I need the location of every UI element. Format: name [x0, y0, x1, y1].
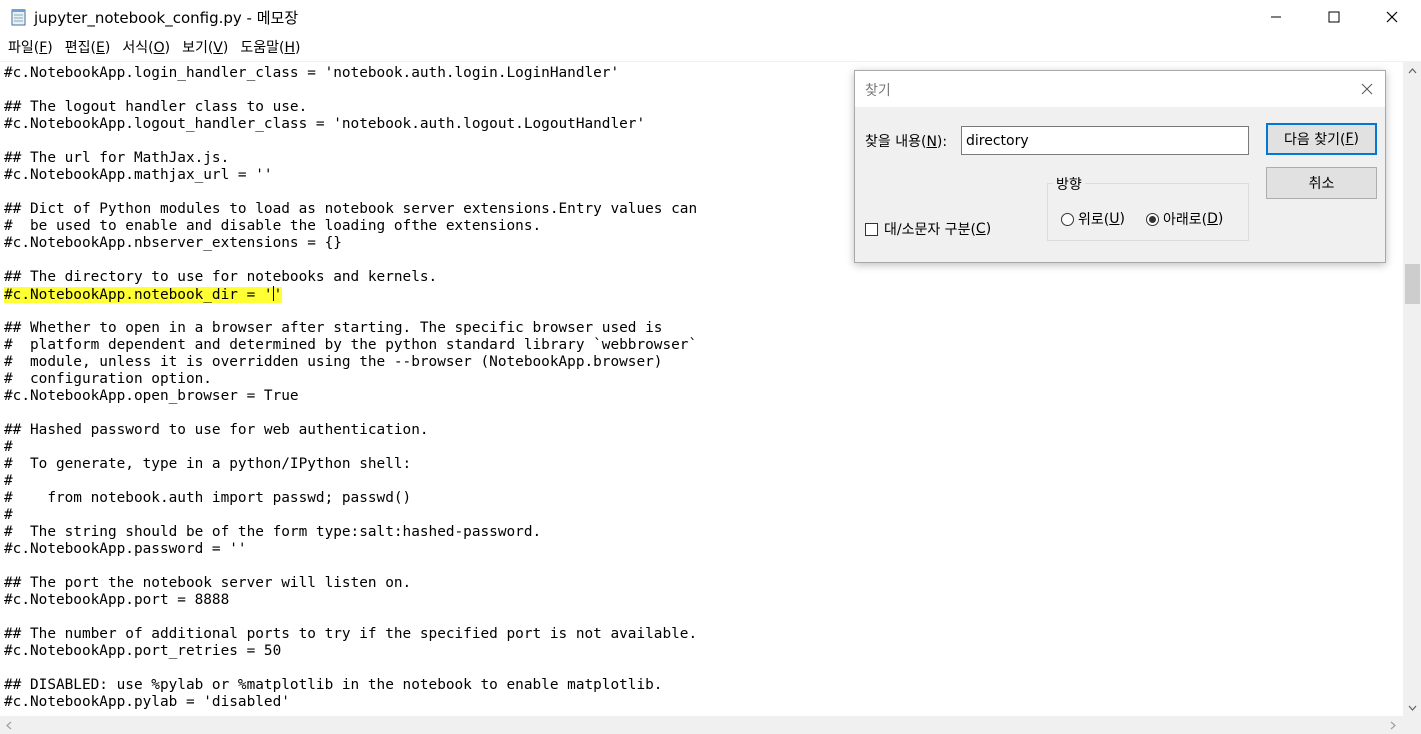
maximize-button[interactable] — [1305, 0, 1363, 34]
code-line: ## Whether to open in a browser after st… — [4, 320, 663, 336]
cancel-button[interactable]: 취소 — [1266, 167, 1377, 199]
close-icon — [1386, 11, 1398, 23]
code-line: #c.NotebookApp.password = '' — [4, 541, 247, 557]
find-next-button[interactable]: 다음 찾기(F) — [1266, 123, 1377, 155]
find-what-input[interactable] — [961, 126, 1249, 155]
code-line: ## Hashed password to use for web authen… — [4, 422, 429, 438]
scroll-up-button[interactable] — [1403, 62, 1421, 79]
vertical-scrollbar[interactable] — [1403, 62, 1421, 716]
find-dialog-title: 찾기 — [865, 83, 891, 99]
code-line: ## The url for MathJax.js. — [4, 150, 230, 166]
code-line: ## The logout handler class to use. — [4, 99, 308, 115]
code-line: # — [4, 439, 13, 455]
code-line: ## The port the notebook server will lis… — [4, 575, 412, 591]
menu-help[interactable]: 도움말(H) — [234, 36, 306, 60]
scroll-left-button[interactable] — [0, 716, 17, 734]
scroll-right-button[interactable] — [1384, 716, 1401, 734]
close-button[interactable] — [1363, 0, 1421, 34]
find-dialog-close-button[interactable] — [1357, 79, 1377, 99]
code-line: # To generate, type in a python/IPython … — [4, 456, 412, 472]
menu-format[interactable]: 서식(O) — [116, 36, 176, 60]
menu-view[interactable]: 보기(V) — [176, 36, 234, 60]
radio-up-icon[interactable] — [1061, 212, 1074, 226]
notepad-icon — [11, 9, 26, 26]
minimize-icon — [1271, 16, 1281, 18]
code-line: #c.NotebookApp.open_browser = True — [4, 388, 299, 404]
code-line: # The string should be of the form type:… — [4, 524, 542, 540]
chevron-right-icon — [1390, 721, 1396, 729]
editor-content[interactable]: #c.NotebookApp.login_handler_class = 'no… — [4, 65, 697, 711]
close-icon — [1361, 83, 1373, 95]
title-bar: jupyter_notebook_config.py - 메모장 — [0, 0, 1421, 36]
code-line: # — [4, 507, 13, 523]
horizontal-scrollbar[interactable] — [0, 716, 1403, 734]
find-dialog-title-bar[interactable]: 찾기 — [855, 71, 1385, 107]
menu-file[interactable]: 파일(F) — [2, 36, 59, 60]
direction-down-radio[interactable]: 아래로(D) — [1146, 209, 1223, 229]
code-line: # — [4, 473, 13, 489]
match-case-checkbox[interactable]: 대/소문자 구분(C) — [865, 219, 991, 239]
direction-group-title: 방향 — [1053, 174, 1085, 194]
menu-edit[interactable]: 편집(E) — [59, 36, 117, 60]
code-line: #c.NotebookApp.port_retries = 50 — [4, 643, 282, 659]
chevron-up-icon — [1408, 67, 1416, 73]
window-title: jupyter_notebook_config.py - 메모장 — [34, 9, 299, 27]
direction-up-radio[interactable]: 위로(U) — [1061, 209, 1125, 229]
code-line: # from notebook.auth import passwd; pass… — [4, 490, 412, 506]
code-line: #c.NotebookApp.nbserver_extensions = {} — [4, 235, 342, 251]
find-what-label: 찾을 내용(N): — [865, 134, 948, 150]
menu-bar: 파일(F) 편집(E) 서식(O) 보기(V) 도움말(H) — [0, 36, 1421, 60]
code-line: ## DISABLED: use %pylab or %matplotlib i… — [4, 677, 663, 693]
code-line: # module, unless it is overridden using … — [4, 354, 663, 370]
text-caret — [272, 286, 274, 301]
chevron-down-icon — [1408, 705, 1416, 711]
minimize-button[interactable] — [1247, 0, 1305, 34]
code-line: ## The number of additional ports to try… — [4, 626, 698, 642]
code-line: # platform dependent and determined by t… — [4, 337, 698, 353]
code-line: #c.NotebookApp.pylab = 'disabled' — [4, 694, 290, 710]
code-line: #c.NotebookApp.port = 8888 — [4, 592, 230, 608]
checkbox-icon[interactable] — [865, 222, 878, 236]
search-highlight: #c.NotebookApp.notebook_dir = '' — [4, 286, 283, 303]
code-line: # be used to enable and disable the load… — [4, 218, 542, 234]
vertical-scroll-thumb[interactable] — [1405, 264, 1420, 304]
radio-down-icon[interactable] — [1146, 212, 1159, 226]
code-line: #c.NotebookApp.notebook_dir = '' — [4, 286, 697, 303]
maximize-icon — [1328, 11, 1340, 23]
code-line: ## Dict of Python modules to load as not… — [4, 201, 698, 217]
code-line: #c.NotebookApp.login_handler_class = 'no… — [4, 65, 620, 81]
code-line: #c.NotebookApp.logout_handler_class = 'n… — [4, 116, 646, 132]
scrollbar-corner — [1403, 716, 1421, 734]
code-line: # configuration option. — [4, 371, 212, 387]
code-line: #c.NotebookApp.mathjax_url = '' — [4, 167, 273, 183]
scroll-down-button[interactable] — [1403, 699, 1421, 716]
find-dialog: 찾기 찾을 내용(N): 다음 찾기(F) 취소 방향 위로(U) 아래로(D)… — [854, 70, 1386, 263]
code-line: ## The directory to use for notebooks an… — [4, 269, 438, 285]
chevron-left-icon — [5, 721, 11, 729]
